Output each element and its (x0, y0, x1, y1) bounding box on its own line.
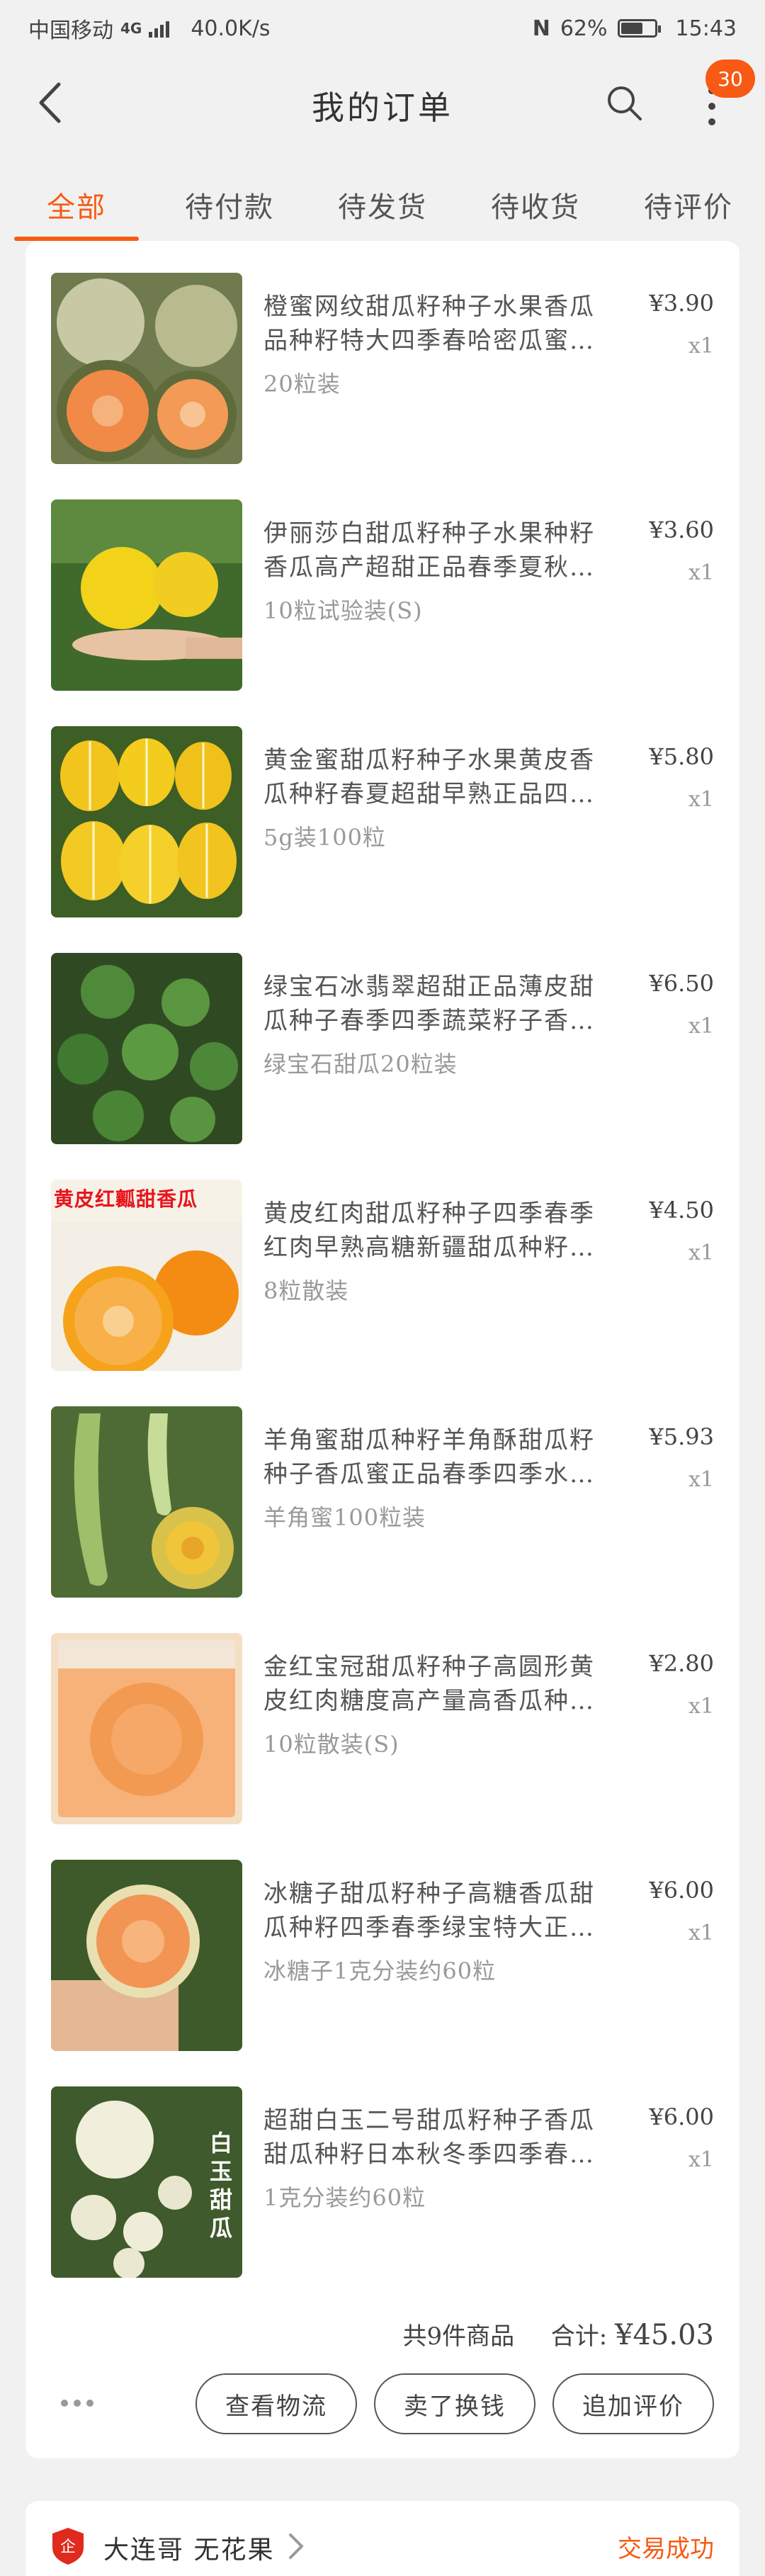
view-logistics-button[interactable]: 查看物流 (196, 2373, 357, 2434)
order-summary: 共9件商品 合计: ¥45.03 (402, 2317, 714, 2351)
order-item[interactable]: 金红宝冠甜瓜籽种子高圆形黄皮红肉糖度高产量高香瓜种籽中早熟… 10粒散装(S) … (51, 1633, 714, 1831)
product-quantity: x1 (688, 1014, 714, 1039)
search-icon (608, 86, 642, 120)
order-status: 交易成功 (618, 2535, 714, 2563)
product-title: 羊角蜜甜瓜种籽羊角酥甜瓜籽种子香瓜蜜正品春季四季水果特大… (264, 1426, 595, 1488)
total-amount: ¥45.03 (615, 2319, 714, 2351)
signal-icon (149, 19, 170, 38)
product-quantity: x1 (688, 1921, 714, 1945)
status-bar: 中国移动 4G 40.0K/s N 62% 15:43 (0, 0, 765, 57)
product-quantity: x1 (688, 1694, 714, 1719)
product-price: ¥5.80 (649, 743, 714, 770)
product-spec: 5g装100粒 (264, 824, 386, 851)
product-spec: 绿宝石甜瓜20粒装 (264, 1051, 458, 1078)
product-price: ¥6.50 (649, 970, 714, 997)
product-image-netted-cantaloupe (51, 273, 242, 464)
product-image-horn-melon (51, 1406, 242, 1598)
product-spec: 10粒散装(S) (264, 1731, 400, 1758)
shop-name[interactable]: 大连哥 无花果 (103, 2529, 274, 2566)
product-quantity: x1 (688, 1241, 714, 1265)
product-quantity: x1 (688, 2147, 714, 2172)
add-review-button[interactable]: 追加评价 (552, 2373, 714, 2434)
order-tabs: 全部 待付款 待发货 待收货 待评价 (0, 163, 765, 241)
product-quantity: x1 (688, 334, 714, 358)
product-image-green-melon (51, 953, 242, 1144)
product-title: 黄皮红肉甜瓜籽种子四季春季红肉早熟高糖新疆甜瓜种籽正品盆… (264, 1199, 595, 1262)
product-quantity: x1 (688, 560, 714, 585)
more-actions-icon[interactable] (61, 2389, 103, 2417)
product-title: 超甜白玉二号甜瓜籽种子香瓜甜瓜种籽日本秋冬季四季春季… (264, 2106, 595, 2169)
product-price: ¥6.00 (649, 2103, 714, 2130)
order-item[interactable]: 橙蜜网纹甜瓜籽种子水果香瓜品种籽特大四季春哈密瓜蜜子新… 20粒装 ¥3.90 … (51, 273, 714, 471)
tab-pending-receipt[interactable]: 待收货 (459, 163, 612, 241)
total-label: 合计: (550, 2322, 608, 2351)
resell-button[interactable]: 卖了换钱 (374, 2373, 536, 2434)
product-spec: 冰糖子1克分装约60粒 (264, 1958, 497, 1984)
svg-text:企: 企 (60, 2538, 76, 2556)
order-item[interactable]: 冰糖子甜瓜籽种子高糖香瓜甜瓜种籽四季春季绿宝特大正品早熟… 冰糖子1克分装约60… (51, 1860, 714, 2058)
product-spec: 1克分装约60粒 (264, 2184, 426, 2211)
order-item[interactable]: 黄金蜜甜瓜籽种子水果黄皮香瓜种籽春夏超甜早熟正品四季春季… 5g装100粒 ¥5… (51, 726, 714, 925)
order-item[interactable]: 羊角蜜甜瓜种籽羊角酥甜瓜籽种子香瓜蜜正品春季四季水果特大… 羊角蜜100粒装 ¥… (51, 1406, 714, 1605)
network-type: 4G (120, 20, 142, 37)
next-order-card[interactable]: 企 大连哥 无花果 交易成功 (26, 2501, 740, 2576)
product-image-caption: 黄皮红瓤甜香瓜 (54, 1187, 198, 1211)
product-price: ¥5.93 (649, 1423, 714, 1450)
order-item[interactable]: 伊丽莎白甜瓜籽种子水果种籽香瓜高产超甜正品春季夏秋四季盆… 10粒试验装(S) … (51, 499, 714, 698)
product-title: 伊丽莎白甜瓜籽种子水果种籽香瓜高产超甜正品春季夏秋四季盆… (264, 519, 595, 582)
network-speed: 40.0K/s (191, 16, 271, 41)
product-image-orange-melon: 黄皮红瓤甜香瓜 (51, 1180, 242, 1371)
notification-badge: 30 (706, 60, 755, 98)
product-price: ¥2.80 (649, 1650, 714, 1677)
product-title: 金红宝冠甜瓜籽种子高圆形黄皮红肉糖度高产量高香瓜种籽中早熟… (264, 1653, 595, 1715)
product-price: ¥4.50 (649, 1197, 714, 1224)
order-item[interactable]: 绿宝石冰翡翠超甜正品薄皮甜瓜种子春季四季蔬菜籽子香瓜种籽… 绿宝石甜瓜20粒装 … (51, 953, 714, 1151)
product-image-seed-packet (51, 1633, 242, 1824)
order-item[interactable]: 白玉甜瓜 超甜白玉二号甜瓜籽种子香瓜甜瓜种籽日本秋冬季四季春季… 1克分装约60… (51, 2086, 714, 2285)
tab-pending-shipment[interactable]: 待发货 (306, 163, 459, 241)
page-title: 我的订单 (312, 89, 453, 127)
battery-percent: 62% (560, 16, 608, 41)
product-price: ¥3.90 (649, 290, 714, 317)
nfc-icon: N (532, 16, 550, 41)
tab-pending-review[interactable]: 待评价 (612, 163, 765, 241)
tab-pending-payment[interactable]: 待付款 (153, 163, 306, 241)
product-image-striped-golden-melon (51, 726, 242, 917)
product-title: 冰糖子甜瓜籽种子高糖香瓜甜瓜种籽四季春季绿宝特大正品早熟… (264, 1880, 595, 1942)
product-title: 橙蜜网纹甜瓜籽种子水果香瓜品种籽特大四季春哈密瓜蜜子新… (264, 293, 595, 355)
order-card: 橙蜜网纹甜瓜籽种子水果香瓜品种籽特大四季春哈密瓜蜜子新… 20粒装 ¥3.90 … (26, 241, 740, 2458)
product-title: 绿宝石冰翡翠超甜正品薄皮甜瓜种子春季四季蔬菜籽子香瓜种籽… (264, 973, 595, 1035)
search-button[interactable] (599, 78, 649, 128)
product-quantity: x1 (688, 787, 714, 812)
product-price: ¥3.60 (649, 516, 714, 543)
clock: 15:43 (675, 16, 737, 41)
product-image-white-jade-melon: 白玉甜瓜 (51, 2086, 242, 2278)
order-actions: 查看物流 卖了换钱 追加评价 (196, 2373, 714, 2434)
product-price: ¥6.00 (649, 1877, 714, 1904)
product-spec: 20粒装 (264, 371, 341, 397)
product-image-caption: 白玉甜瓜 (210, 2130, 233, 2242)
product-title: 黄金蜜甜瓜籽种子水果黄皮香瓜种籽春夏超甜早熟正品四季春季… (264, 746, 595, 808)
product-image-yellow-melon (51, 499, 242, 691)
product-spec: 10粒试验装(S) (264, 597, 423, 624)
item-count: 共9件商品 (402, 2322, 515, 2351)
carrier-label: 中国移动 (28, 18, 113, 43)
product-spec: 羊角蜜100粒装 (264, 1504, 426, 1531)
product-image-cut-melon (51, 1860, 242, 2051)
shop-logo-icon: 企 (52, 2528, 84, 2565)
chevron-right-icon (289, 2533, 303, 2559)
top-nav: 我的订单 (0, 57, 765, 149)
tab-all[interactable]: 全部 (0, 163, 153, 241)
product-spec: 8粒散装 (264, 1277, 349, 1304)
product-quantity: x1 (688, 1467, 714, 1492)
battery-icon (617, 19, 661, 38)
order-item[interactable]: 黄皮红瓤甜香瓜 黄皮红肉甜瓜籽种子四季春季红肉早熟高糖新疆甜瓜种籽正品盆… 8粒… (51, 1180, 714, 1378)
